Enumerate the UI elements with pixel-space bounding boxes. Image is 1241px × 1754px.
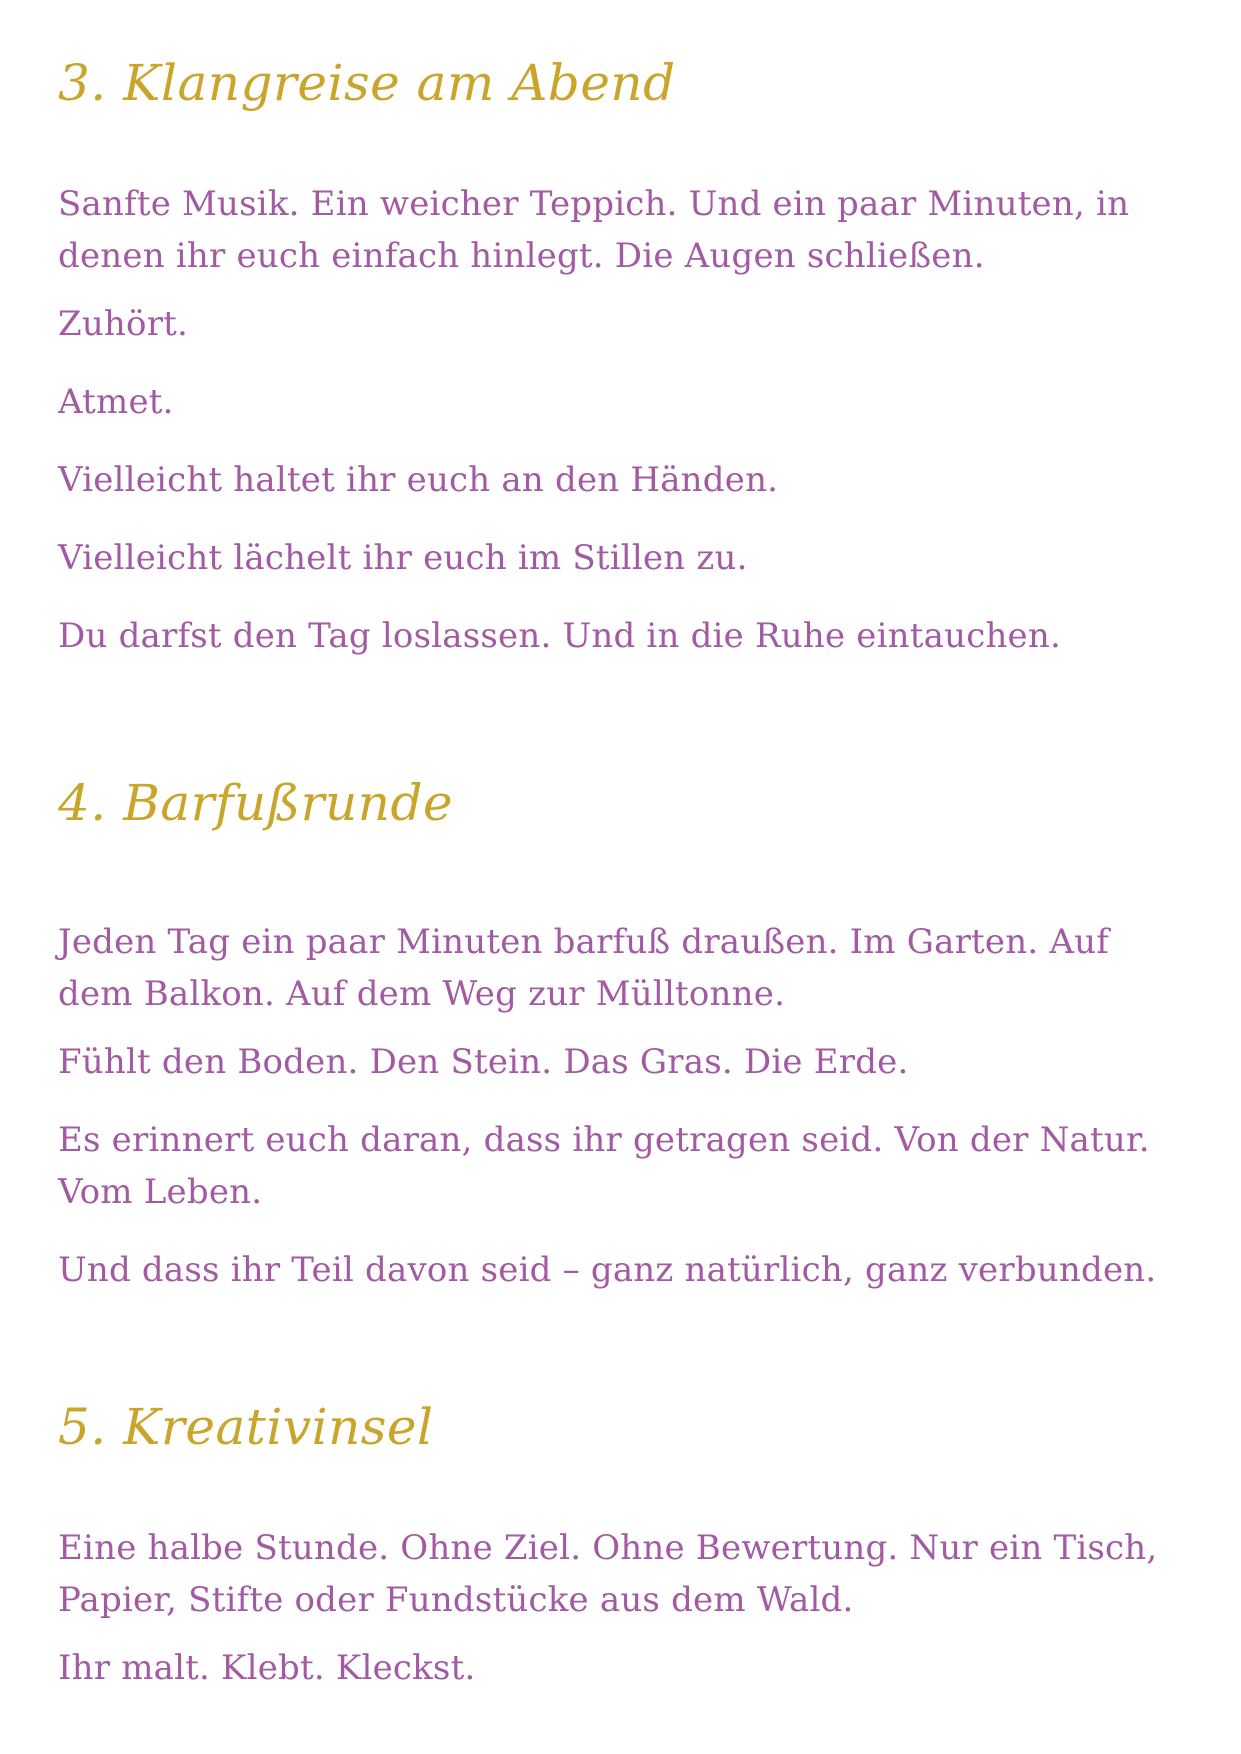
section-klangreise: 3. Klangreise am Abend Sanfte Musik. Ein… [58, 48, 1188, 656]
paragraph: Vielleicht haltet ihr euch an den Händen… [58, 460, 779, 500]
section-kreativinsel: 5. Kreativinsel Eine halbe Stunde. Ohne … [58, 1392, 1188, 1688]
section-barfussrunde: 4. Barfußrunde Jeden Tag ein paar Minute… [58, 768, 1188, 1290]
paragraph: Zuhört. [58, 304, 189, 344]
paragraph: Es erinnert euch daran, dass ihr getrage… [58, 1120, 1150, 1212]
section-heading: 5. Kreativinsel [58, 1398, 434, 1456]
paragraph: Eine halbe Stunde. Ohne Ziel. Ohne Bewer… [58, 1528, 1158, 1620]
paragraph: Du darfst den Tag loslassen. Und in die … [58, 616, 1061, 656]
paragraph: Atmet. [58, 382, 174, 422]
paragraph: Und dass ihr Teil davon seid – ganz natü… [58, 1250, 1157, 1290]
section-heading: 3. Klangreise am Abend [58, 54, 676, 112]
paragraph: Fühlt den Boden. Den Stein. Das Gras. Di… [58, 1042, 909, 1082]
paragraph: Sanfte Musik. Ein weicher Teppich. Und e… [58, 184, 1130, 276]
paragraph: Ihr malt. Klebt. Kleckst. [58, 1648, 476, 1688]
section-heading: 4. Barfußrunde [58, 774, 454, 832]
document-page: 3. Klangreise am Abend Sanfte Musik. Ein… [0, 0, 1241, 1754]
paragraph: Vielleicht lächelt ihr euch im Stillen z… [58, 538, 748, 578]
paragraph: Jeden Tag ein paar Minuten barfuß drauße… [58, 922, 1109, 1014]
